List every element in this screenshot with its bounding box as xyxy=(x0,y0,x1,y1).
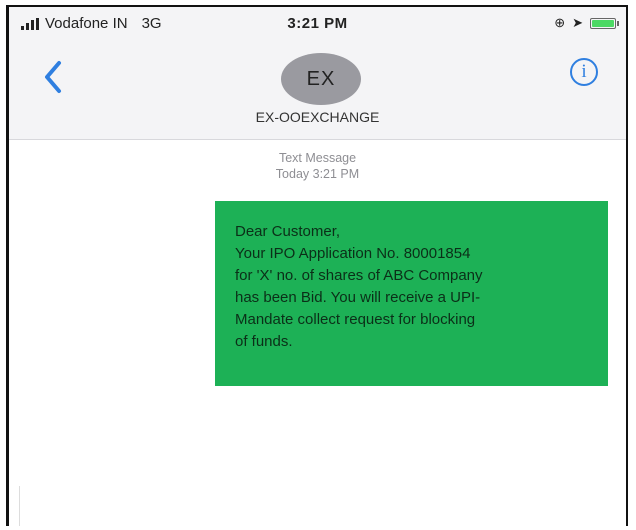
message-line: Dear Customer, xyxy=(235,223,341,240)
status-time: 3:21 PM xyxy=(287,15,348,32)
conversation-header: EX EX-OOEXCHANGE i xyxy=(9,41,626,140)
battery-icon xyxy=(590,17,619,29)
status-bar: Vodafone IN 3G 3:21 PM ⊕ ➤ xyxy=(9,7,626,41)
message-line: Mandate collect request for blocking xyxy=(235,311,476,328)
thread-divider xyxy=(19,486,20,526)
message-line: has been Bid. You will receive a UPI- xyxy=(235,289,481,306)
contact-name[interactable]: EX-OOEXCHANGE xyxy=(9,109,626,125)
message-type: Text Message xyxy=(278,151,357,165)
message-line: Your IPO Application No. 80001854 xyxy=(235,245,471,262)
phone-screen: Vodafone IN 3G 3:21 PM ⊕ ➤ EX EX-OOEXCHA… xyxy=(6,5,628,526)
message-line: for 'X' no. of shares of ABC Company xyxy=(235,267,483,284)
contact-avatar[interactable]: EX xyxy=(281,53,361,105)
chevron-left-icon xyxy=(45,61,61,93)
message-line: of funds. xyxy=(235,333,293,350)
message-thread[interactable]: Text Message Today 3:21 PM Dear Customer… xyxy=(9,140,626,526)
location-icon: ➤ xyxy=(572,15,583,30)
message-bubble[interactable]: Dear Customer, Your IPO Application No. … xyxy=(215,201,608,386)
back-button[interactable] xyxy=(39,57,69,97)
info-icon: i xyxy=(581,61,587,82)
lock-rotation-icon: ⊕ xyxy=(554,15,566,30)
message-timestamp: Today 3:21 PM xyxy=(275,167,360,181)
status-right: ⊕ ➤ xyxy=(554,15,619,31)
message-meta: Text Message Today 3:21 PM xyxy=(9,150,626,182)
info-button[interactable]: i xyxy=(570,58,598,86)
